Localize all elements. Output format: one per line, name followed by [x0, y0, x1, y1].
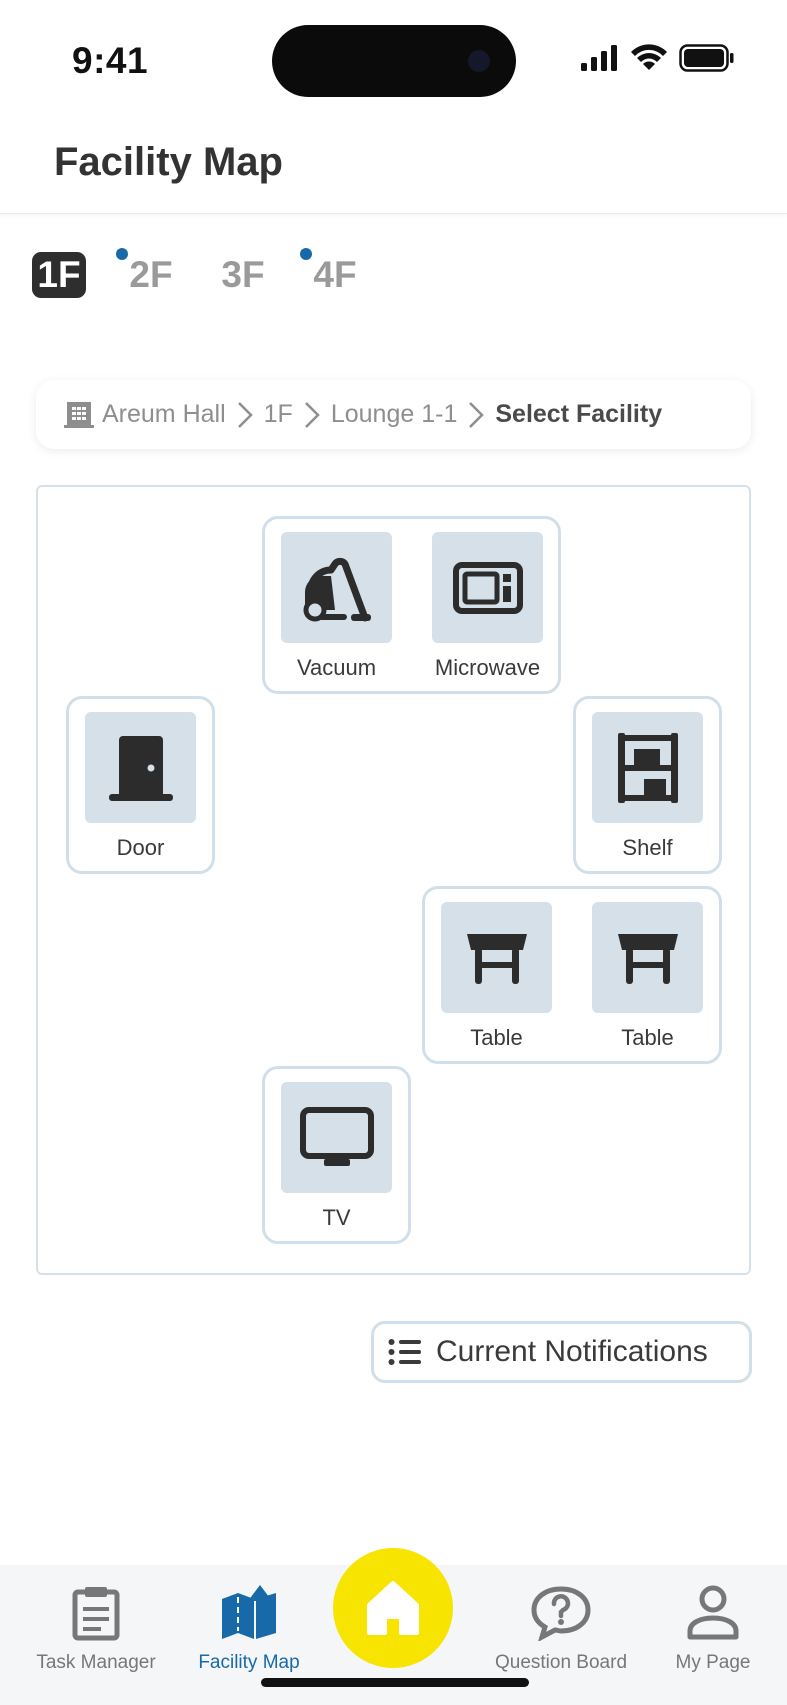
map-icon	[222, 1585, 276, 1639]
chevron-right-icon	[303, 400, 321, 430]
status-bar: 9:41	[0, 0, 787, 120]
tab-label: Question Board	[494, 1652, 628, 1673]
floor-notification-dot	[116, 248, 128, 260]
facility-label: Table	[470, 1025, 523, 1050]
chevron-right-icon	[236, 400, 254, 430]
table-icon	[441, 902, 552, 1013]
facility-label: Shelf	[622, 835, 673, 860]
facility-shelf[interactable]: Shelf	[592, 712, 703, 861]
current-notifications-button[interactable]: Current Notifications	[371, 1321, 752, 1383]
clipboard-icon	[72, 1587, 120, 1641]
tab-label: Task Manager	[36, 1652, 156, 1673]
vacuum-icon	[281, 532, 392, 643]
facility-label: Table	[621, 1025, 674, 1050]
building-icon	[64, 401, 94, 429]
tab-my-page[interactable]: My Page	[670, 1585, 756, 1674]
floor-notification-dot	[300, 248, 312, 260]
facility-table-2[interactable]: Table	[592, 902, 703, 1051]
tab-task-manager[interactable]: Task Manager	[34, 1585, 158, 1674]
breadcrumb-current: Select Facility	[495, 400, 663, 428]
tab-facility-map[interactable]: Facility Map	[190, 1585, 308, 1674]
facility-tv[interactable]: TV	[281, 1082, 392, 1231]
status-icons	[581, 44, 735, 72]
door-icon	[85, 712, 196, 823]
person-icon	[687, 1585, 739, 1640]
home-indicator	[261, 1678, 529, 1687]
tab-question-board[interactable]: Question Board	[493, 1585, 629, 1674]
breadcrumb: Areum Hall 1F Lounge 1-1 Select Facility	[36, 380, 751, 449]
facility-door[interactable]: Door	[85, 712, 196, 861]
breadcrumb-floor[interactable]: 1F	[264, 400, 293, 429]
facility-label: Microwave	[434, 655, 541, 680]
table-icon	[592, 902, 703, 1013]
floor-tab-1f[interactable]: 1F	[32, 252, 86, 298]
floor-tabs: 1F 2F 3F 4F	[32, 248, 400, 298]
facility-label: Door	[116, 835, 165, 860]
question-bubble-icon	[531, 1586, 591, 1643]
wifi-icon	[631, 44, 667, 70]
breadcrumb-building[interactable]: Areum Hall	[102, 400, 226, 429]
shelf-icon	[592, 712, 703, 823]
header: Facility Map	[0, 120, 787, 214]
dynamic-island	[272, 25, 516, 97]
signal-icon	[581, 45, 617, 71]
current-notifications-label: Current Notifications	[436, 1335, 708, 1368]
facility-label: Vacuum	[296, 655, 377, 680]
facility-group-door: Door	[66, 696, 215, 874]
tv-icon	[281, 1082, 392, 1193]
page-title: Facility Map	[54, 140, 283, 184]
chevron-right-icon	[467, 400, 485, 430]
facility-table-1[interactable]: Table	[441, 902, 552, 1051]
battery-icon	[679, 44, 734, 72]
facility-group-tables: Table Table	[422, 886, 722, 1064]
floor-tab-4f[interactable]: 4F	[300, 248, 362, 298]
tab-label: Facility Map	[198, 1652, 300, 1673]
camera-dot	[468, 50, 490, 72]
status-time: 9:41	[72, 40, 149, 81]
facility-group-top: Vacuum Microwave	[262, 516, 561, 694]
list-icon	[388, 1339, 421, 1365]
tab-label: My Page	[675, 1652, 751, 1673]
facility-group-tv: TV	[262, 1066, 411, 1244]
facility-microwave[interactable]: Microwave	[432, 532, 543, 681]
breadcrumb-room[interactable]: Lounge 1-1	[331, 400, 458, 429]
facility-vacuum[interactable]: Vacuum	[281, 532, 392, 681]
floor-tab-3f[interactable]: 3F	[216, 252, 270, 298]
floor-tab-2f[interactable]: 2F	[116, 248, 178, 298]
home-button[interactable]	[333, 1548, 453, 1668]
facility-label: TV	[322, 1205, 351, 1230]
microwave-icon	[432, 532, 543, 643]
facility-map-area: Vacuum Microwave Door Shelf Table Table …	[36, 485, 751, 1275]
home-icon	[367, 1581, 419, 1635]
facility-group-shelf: Shelf	[573, 696, 722, 874]
